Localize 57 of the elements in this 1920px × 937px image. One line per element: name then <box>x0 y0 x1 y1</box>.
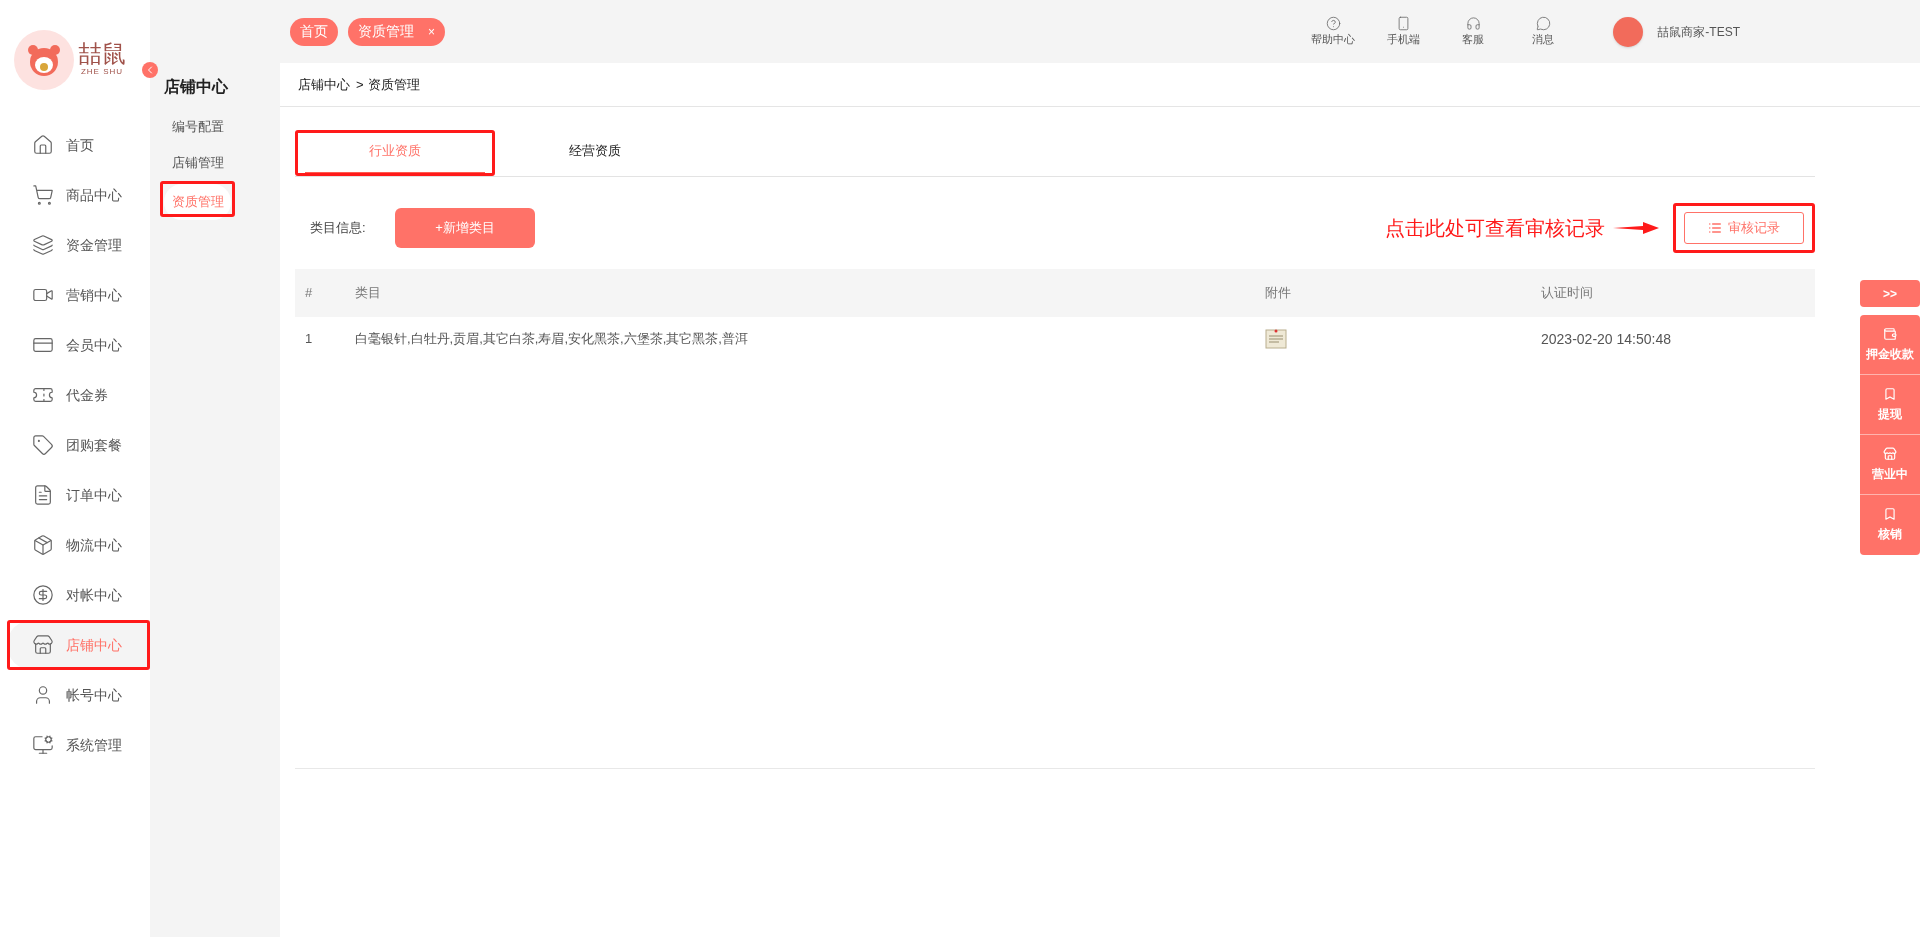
sidebar-item[interactable]: 代金券 <box>7 370 150 420</box>
sidebar-item[interactable]: 订单中心 <box>7 470 150 520</box>
avatar-icon <box>1613 16 1644 47</box>
sidebar-item[interactable]: 首页 <box>7 120 150 170</box>
column-header: 附件 <box>1265 284 1292 303</box>
logo-icon <box>14 30 74 90</box>
chat-icon <box>1535 15 1551 31</box>
table-cell-text: 2023-02-20 14:50:48 <box>1541 329 1672 349</box>
brand-latin: ZHE SHU <box>80 66 124 78</box>
sidebar-item[interactable]: 营销中心 <box>7 270 150 320</box>
table-cell-text: 白毫银针,白牡丹,贡眉,其它白茶,寿眉,安化黑茶,六堡茶,其它黑茶,普洱 <box>354 330 749 349</box>
breadcrumb-separator: > <box>356 75 364 94</box>
headset-icon <box>1465 15 1481 31</box>
toolbar-link[interactable]: 消息 <box>1515 15 1572 48</box>
subnav-item[interactable]: 编号配置 <box>160 109 235 145</box>
breadcrumb-link[interactable]: 资质管理 <box>367 74 420 95</box>
user-name[interactable]: 喆鼠商家-TEST <box>1657 22 1740 41</box>
certificate-thumbnail[interactable] <box>1265 328 1287 350</box>
bookmark-icon <box>1883 386 1897 401</box>
toolbar-link[interactable]: 帮助中心 <box>1305 15 1362 48</box>
cart-icon <box>32 184 54 206</box>
sidebar-item[interactable]: 资金管理 <box>7 220 150 270</box>
home-icon <box>32 134 54 156</box>
sidebar-item[interactable]: 商品中心 <box>7 170 150 220</box>
store-icon <box>32 634 54 656</box>
document-icon <box>32 484 54 506</box>
coin-icon <box>32 584 54 606</box>
sidebar-item[interactable]: 对帐中心 <box>7 570 150 620</box>
toolbar-link[interactable]: 手机端 <box>1375 15 1432 48</box>
category-label: 类目信息: <box>310 219 367 238</box>
table-cell-text: 1 <box>304 330 314 349</box>
box-icon <box>32 534 54 556</box>
phone-icon <box>1395 15 1411 31</box>
collapse-button[interactable] <box>142 62 158 78</box>
sidebar-item[interactable]: 系统管理 <box>7 720 150 770</box>
tab[interactable]: 经营资质 <box>505 130 685 176</box>
breadcrumb-link[interactable]: 店铺中心 <box>298 74 350 95</box>
help-icon <box>1325 15 1341 31</box>
monitor-gear-icon <box>32 734 54 756</box>
sidebar-item[interactable]: 会员中心 <box>7 320 150 370</box>
sidebar-item[interactable]: 物流中心 <box>7 520 150 570</box>
column-header: # <box>304 284 314 303</box>
subnav-title: 店铺中心 <box>164 77 229 97</box>
column-header: 认证时间 <box>1541 284 1594 303</box>
callout-text: 点击此处可查看审核记录 <box>1385 216 1605 241</box>
tag-icon <box>32 434 54 456</box>
bookmark-icon <box>1883 507 1897 521</box>
subnav-item[interactable]: 店铺管理 <box>160 145 235 181</box>
sidebar-item[interactable]: 团购套餐 <box>7 420 150 470</box>
toolbar-link[interactable]: 客服 <box>1445 15 1502 48</box>
brand-name: 喆鼠 <box>78 42 126 66</box>
store-icon <box>1883 446 1897 461</box>
wallet-icon <box>1883 326 1897 341</box>
sidebar-item[interactable]: 帐号中心 <box>7 670 150 720</box>
layers-icon <box>32 234 54 256</box>
list-icon <box>1708 221 1722 235</box>
column-header: 类目 <box>354 284 382 303</box>
